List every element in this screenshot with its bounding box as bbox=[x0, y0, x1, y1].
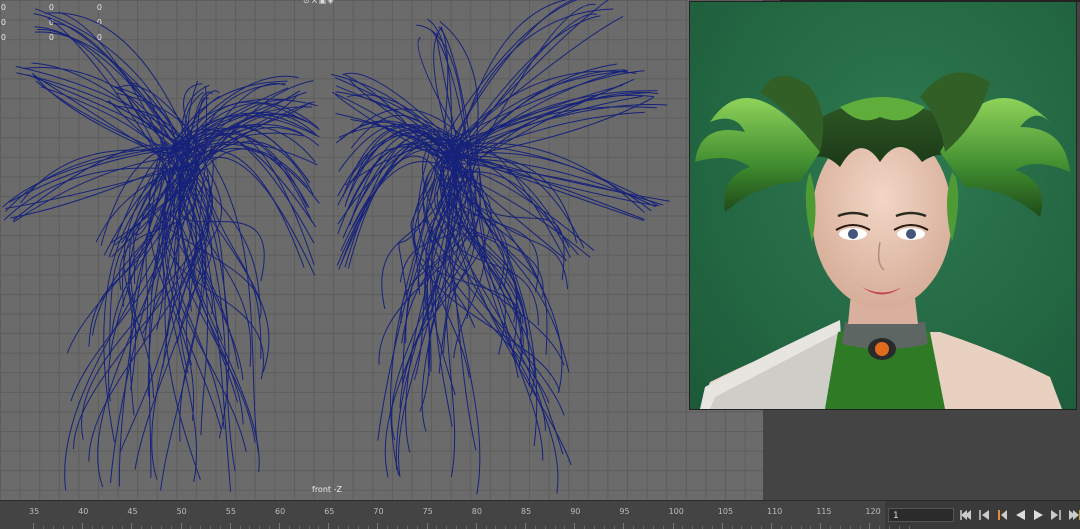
camera-label: front -Z bbox=[312, 485, 342, 494]
tick-mark bbox=[131, 523, 133, 529]
tick-label: 95 bbox=[619, 507, 630, 516]
render-preview-image bbox=[689, 1, 1077, 410]
step-back-key-button[interactable] bbox=[976, 508, 992, 522]
tick-label: 90 bbox=[570, 507, 581, 516]
tick-label: 70 bbox=[373, 507, 384, 516]
hair-curve bbox=[473, 158, 670, 202]
hair-curve bbox=[377, 140, 440, 441]
tick-mark bbox=[721, 523, 723, 529]
step-back-frame-icon bbox=[998, 510, 1007, 520]
step-back-key-icon bbox=[979, 510, 989, 520]
tick-mark bbox=[869, 523, 871, 529]
tick-mark bbox=[328, 523, 330, 529]
step-back-frame-button[interactable] bbox=[994, 508, 1010, 522]
tick-mark bbox=[426, 523, 428, 529]
go-to-end-icon bbox=[1069, 510, 1080, 520]
tick-mark bbox=[180, 523, 182, 529]
tick-label: 45 bbox=[127, 507, 138, 516]
tick-label: 55 bbox=[225, 507, 236, 516]
play-backward-button[interactable] bbox=[1012, 508, 1028, 522]
tick-label: 50 bbox=[176, 507, 187, 516]
tick-mark bbox=[82, 523, 84, 529]
tick-label: 115 bbox=[816, 507, 832, 516]
tick-label: 75 bbox=[422, 507, 433, 516]
step-forward-key-icon bbox=[1051, 510, 1061, 520]
hair-curve bbox=[478, 168, 518, 357]
tick-mark bbox=[574, 523, 576, 529]
go-to-start-icon bbox=[960, 510, 971, 520]
tick-mark bbox=[820, 523, 822, 529]
time-ruler[interactable]: 35 40 45 50 55 60 65 70 75 80 85 90 95 100 105 110 115 12… bbox=[0, 501, 910, 529]
tick-mark bbox=[771, 523, 772, 529]
play-forward-icon bbox=[1034, 510, 1043, 520]
go-to-end-button[interactable] bbox=[1066, 508, 1080, 522]
hair-curve bbox=[118, 148, 162, 487]
tick-label: 80 bbox=[471, 507, 482, 516]
tick-label: 105 bbox=[717, 507, 734, 516]
hair-curves[interactable] bbox=[0, 0, 763, 500]
go-to-start-button[interactable] bbox=[958, 508, 974, 522]
tick-label: 85 bbox=[521, 507, 532, 516]
tick-label: 35 bbox=[29, 507, 40, 516]
playback-controls bbox=[958, 508, 1080, 522]
play-forward-button[interactable] bbox=[1030, 508, 1046, 522]
tick-label: 100 bbox=[668, 507, 684, 516]
tick-label: 60 bbox=[275, 507, 286, 516]
tick-label: 65 bbox=[324, 507, 335, 516]
tick-mark bbox=[33, 523, 34, 529]
hair-curve bbox=[454, 153, 645, 220]
viewport-front[interactable]: 0 0 0 0 0 0 0 0 0 ⊙⚒▣◈ front -Z bbox=[0, 0, 763, 500]
play-backward-icon bbox=[1016, 510, 1025, 520]
tick-mark bbox=[279, 523, 280, 529]
tick-label: 40 bbox=[78, 507, 89, 516]
tick-mark bbox=[672, 523, 674, 529]
current-frame-field[interactable]: 1 bbox=[888, 508, 954, 522]
tick-mark bbox=[229, 523, 231, 529]
step-forward-key-button[interactable] bbox=[1048, 508, 1064, 522]
hair-curve bbox=[454, 15, 601, 154]
tick-label: 120 bbox=[865, 507, 881, 516]
tick-mark bbox=[475, 523, 477, 529]
tick-mark bbox=[623, 523, 625, 529]
tick-label: 110 bbox=[767, 507, 783, 516]
tick-mark bbox=[377, 523, 379, 529]
tick-mark bbox=[525, 523, 526, 529]
